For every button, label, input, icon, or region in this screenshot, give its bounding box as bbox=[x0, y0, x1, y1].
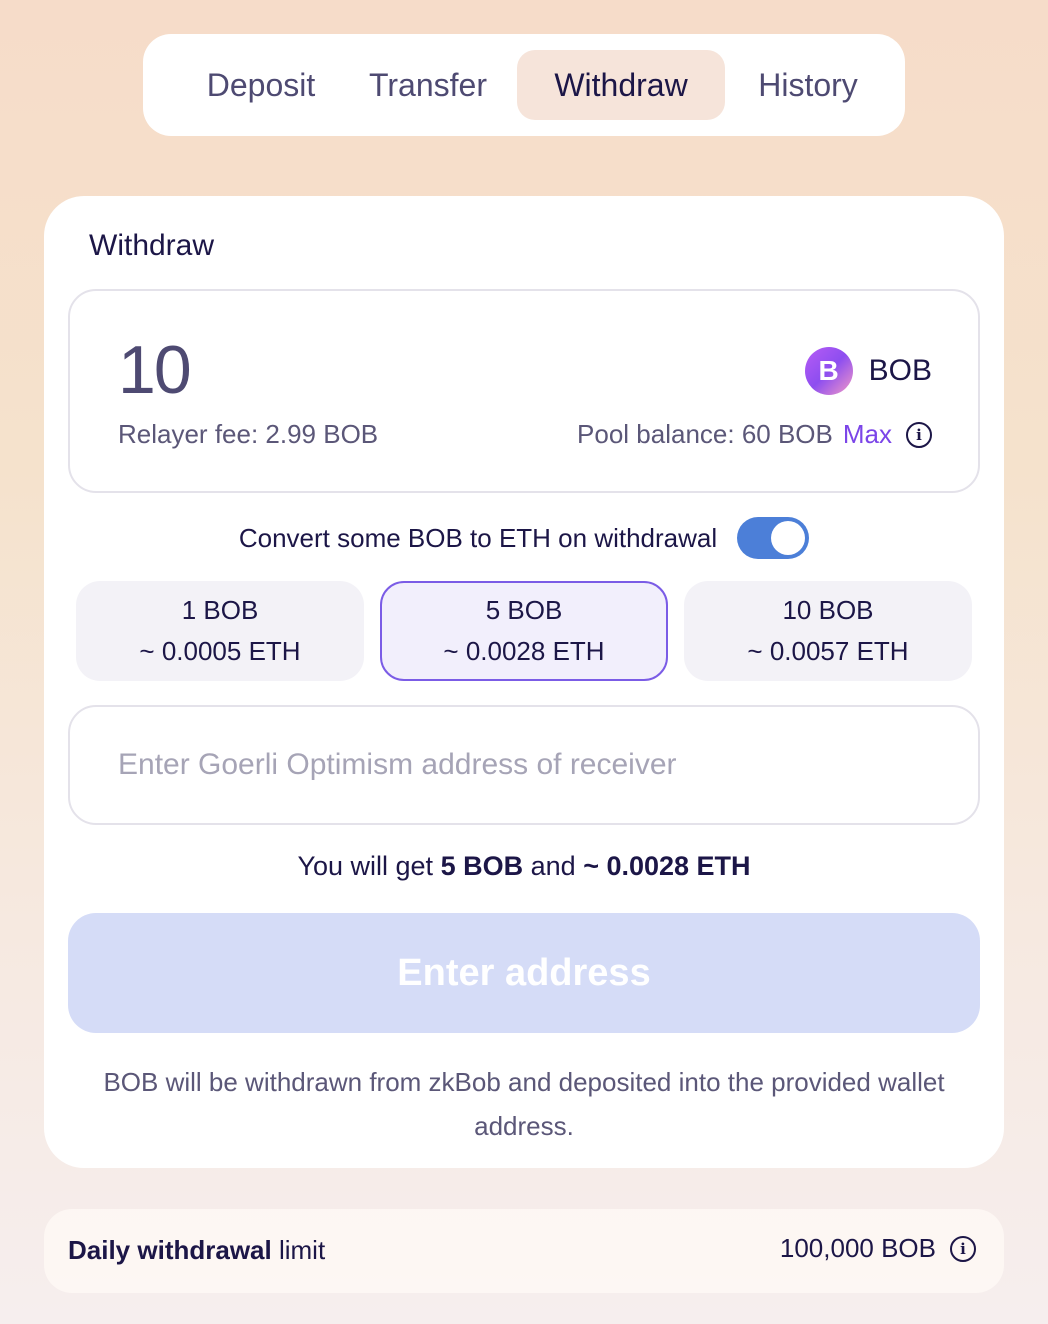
preset-option-3[interactable]: 10 BOB ~ 0.0057 ETH bbox=[684, 581, 972, 681]
tab-history[interactable]: History bbox=[733, 50, 883, 120]
summary-bob: 5 BOB bbox=[440, 851, 524, 881]
preset-option-1[interactable]: 1 BOB ~ 0.0005 ETH bbox=[76, 581, 364, 681]
amount-box[interactable]: 10 B BOB Relayer fee: 2.99 BOB Pool bala… bbox=[68, 289, 980, 493]
daily-limit-value-row: 100,000 BOB i bbox=[780, 1233, 976, 1264]
daily-limit-label: Daily withdrawal limit bbox=[68, 1235, 325, 1266]
convert-presets: 1 BOB ~ 0.0005 ETH 5 BOB ~ 0.0028 ETH 10… bbox=[76, 581, 972, 681]
max-button[interactable]: Max bbox=[843, 419, 892, 450]
preset-eth: ~ 0.0057 ETH bbox=[747, 636, 909, 666]
preset-amount: 1 BOB bbox=[181, 595, 259, 625]
pool-balance-row: Pool balance: 60 BOB Max i bbox=[577, 419, 932, 450]
preset-eth: ~ 0.0005 ETH bbox=[139, 636, 301, 666]
convert-toggle[interactable] bbox=[737, 517, 810, 559]
info-icon[interactable]: i bbox=[950, 1235, 976, 1262]
convert-label: Convert some BOB to ETH on withdrawal bbox=[238, 522, 718, 553]
token-selector: B BOB bbox=[804, 347, 932, 395]
card-title: Withdraw bbox=[89, 229, 215, 262]
toggle-knob bbox=[771, 521, 806, 555]
tab-deposit[interactable]: Deposit bbox=[171, 50, 351, 120]
withdraw-card: Withdraw 10 B BOB Relayer fee: 2.99 BOB … bbox=[44, 196, 1004, 1168]
preset-amount: 5 BOB bbox=[485, 595, 563, 625]
convert-row: Convert some BOB to ETH on withdrawal bbox=[44, 516, 1004, 560]
preset-amount: 10 BOB bbox=[782, 595, 874, 625]
daily-limit-label-rest: limit bbox=[278, 1235, 326, 1265]
receiver-address-input[interactable] bbox=[68, 705, 980, 825]
pool-balance: Pool balance: 60 BOB bbox=[577, 419, 833, 449]
tab-withdraw[interactable]: Withdraw bbox=[517, 50, 725, 120]
summary-eth: ~ 0.0028 ETH bbox=[583, 851, 751, 881]
withdraw-note: BOB will be withdrawn from zkBob and dep… bbox=[103, 1067, 945, 1141]
daily-limit-label-bold: Daily withdrawal bbox=[68, 1235, 272, 1265]
summary-prefix: You will get bbox=[297, 851, 434, 881]
withdraw-summary: You will get 5 BOB and ~ 0.0028 ETH bbox=[44, 851, 1004, 882]
summary-middle: and bbox=[530, 851, 576, 881]
bob-token-icon: B bbox=[804, 347, 853, 395]
tab-bar: Deposit Transfer Withdraw History bbox=[143, 34, 905, 136]
preset-eth: ~ 0.0028 ETH bbox=[443, 636, 605, 666]
daily-limit-bar: Daily withdrawal limit 100,000 BOB i bbox=[44, 1209, 1004, 1293]
token-name: BOB bbox=[868, 354, 932, 387]
relayer-fee: Relayer fee: 2.99 BOB bbox=[118, 419, 379, 449]
info-icon[interactable]: i bbox=[906, 421, 932, 448]
preset-option-2[interactable]: 5 BOB ~ 0.0028 ETH bbox=[380, 581, 668, 681]
enter-address-button[interactable]: Enter address bbox=[68, 913, 980, 1033]
amount-input[interactable]: 10 bbox=[118, 331, 192, 409]
daily-limit-value: 100,000 BOB bbox=[779, 1233, 936, 1263]
tab-transfer[interactable]: Transfer bbox=[348, 50, 508, 120]
